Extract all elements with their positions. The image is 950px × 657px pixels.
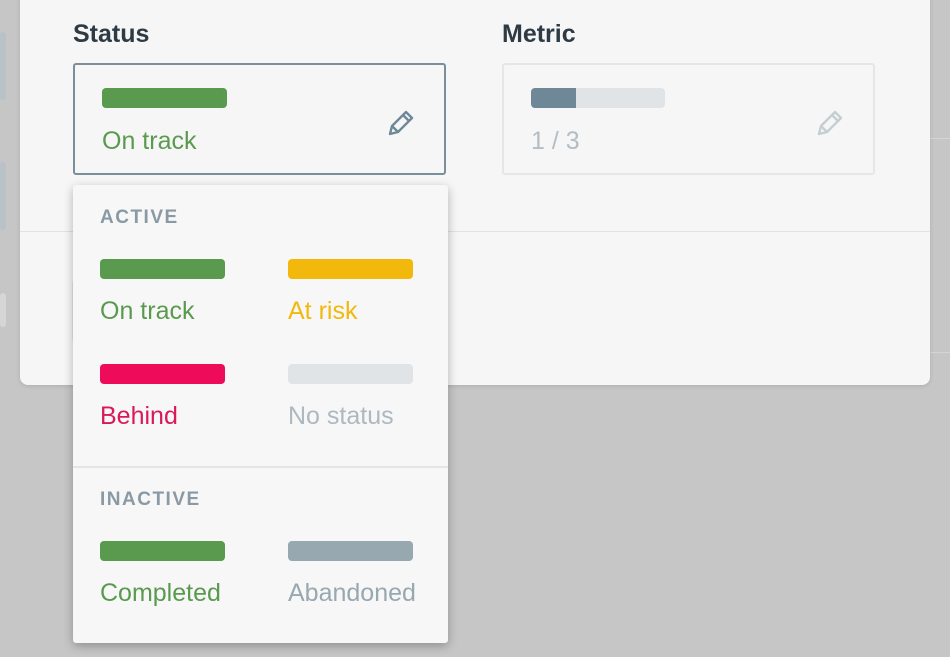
option-at-risk[interactable]: At risk <box>288 259 428 329</box>
option-on-track[interactable]: On track <box>100 259 240 329</box>
status-selected-label: On track <box>102 127 197 155</box>
metric-progress-fill <box>531 88 576 108</box>
option-label: No status <box>288 402 394 430</box>
background-divider <box>930 138 950 139</box>
background-card-edge <box>0 293 6 327</box>
option-label: On track <box>100 297 195 325</box>
option-color-bar <box>288 364 413 384</box>
option-label: At risk <box>288 297 358 325</box>
option-label: Abandoned <box>288 579 416 607</box>
option-no-status[interactable]: No status <box>288 364 428 434</box>
option-abandoned[interactable]: Abandoned <box>288 541 428 611</box>
menu-divider <box>73 466 448 468</box>
status-color-bar <box>102 88 227 108</box>
pencil-icon[interactable] <box>384 106 418 140</box>
option-label: Completed <box>100 579 221 607</box>
background-card-edge <box>0 162 6 230</box>
metric-card[interactable]: 1 / 3 <box>502 63 875 175</box>
pencil-icon[interactable] <box>813 106 847 140</box>
background-divider <box>930 352 950 353</box>
option-color-bar <box>100 541 225 561</box>
option-color-bar <box>100 364 225 384</box>
option-label: Behind <box>100 402 178 430</box>
metric-title: Metric <box>502 20 576 48</box>
group-label-active: ACTIVE <box>100 207 179 228</box>
option-color-bar <box>288 541 413 561</box>
option-color-bar <box>100 259 225 279</box>
option-color-bar <box>288 259 413 279</box>
background-card-edge <box>0 32 6 100</box>
status-selector[interactable]: On track <box>73 63 446 175</box>
option-behind[interactable]: Behind <box>100 364 240 434</box>
status-title: Status <box>73 20 150 48</box>
option-completed[interactable]: Completed <box>100 541 240 611</box>
metric-value: 1 / 3 <box>531 127 580 155</box>
status-dropdown-menu: ACTIVE On track At risk Behind No status… <box>73 185 448 643</box>
metric-progress-track <box>531 88 665 108</box>
group-label-inactive: INACTIVE <box>100 489 201 510</box>
